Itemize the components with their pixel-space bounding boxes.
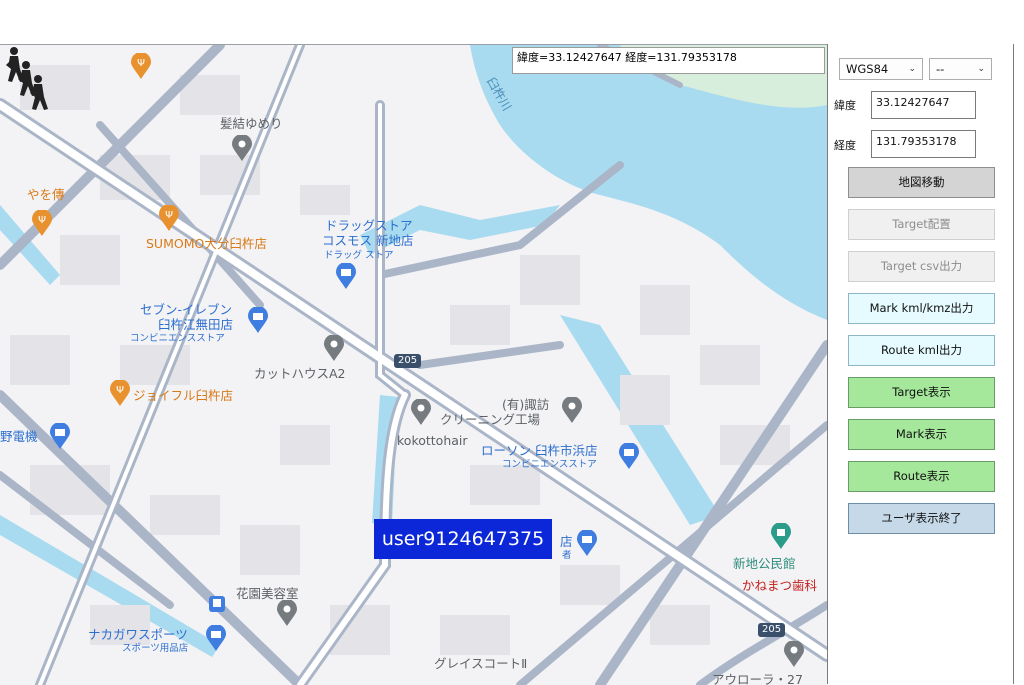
place-pin-icon[interactable] bbox=[232, 135, 252, 161]
place-pin-icon[interactable] bbox=[277, 600, 297, 626]
poi-label: ジョイフル臼杵店 bbox=[133, 388, 234, 403]
restaurant-pin-icon[interactable]: Ψ bbox=[131, 53, 151, 79]
user-id-label[interactable]: user9124647375 bbox=[374, 519, 552, 559]
latitude-input[interactable]: 33.12427647 bbox=[871, 91, 976, 119]
svg-text:Ψ: Ψ bbox=[116, 385, 124, 396]
target-csv-button[interactable]: Target csv出力 bbox=[848, 251, 995, 282]
poi-label: (有)諏訪 bbox=[502, 397, 550, 412]
poi-label: やを傳 bbox=[27, 187, 65, 202]
poi-label: アウローラ・27 bbox=[712, 672, 803, 685]
restaurant-pin-icon[interactable]: Ψ bbox=[110, 380, 130, 406]
poi-label: クリーニング工場 bbox=[440, 412, 541, 427]
poi-label: セブン-イレブン bbox=[140, 302, 233, 317]
shop-pin-icon[interactable] bbox=[248, 307, 268, 333]
shop-pin-icon[interactable] bbox=[619, 443, 639, 469]
poi-label: SUMOMO大分臼杵店 bbox=[146, 236, 267, 251]
route-205-shield: 205 bbox=[758, 623, 786, 637]
poi-label: グレイスコートⅡ bbox=[434, 656, 528, 671]
poi-label: コスモス 新地店 bbox=[322, 233, 414, 248]
svg-text:Ψ: Ψ bbox=[38, 215, 46, 226]
longitude-label: 経度 bbox=[834, 139, 856, 152]
poi-sublabel: 者 bbox=[562, 550, 572, 561]
route-kml-export-button[interactable]: Route kml出力 bbox=[848, 335, 995, 366]
user-display-end-button[interactable]: ユーザ表示終了 bbox=[848, 503, 995, 534]
shop-pin-icon[interactable] bbox=[577, 530, 597, 556]
control-panel: WGS84 ⌄ -- ⌄ 緯度 33.12427647 経度 131.79353… bbox=[827, 44, 1014, 684]
poi-label: かねまつ歯科 bbox=[742, 578, 818, 593]
place-pin-icon[interactable] bbox=[784, 641, 804, 667]
bus-stop-icon[interactable] bbox=[209, 596, 225, 612]
longitude-input[interactable]: 131.79353178 bbox=[871, 130, 976, 158]
svg-text:Ψ: Ψ bbox=[137, 58, 145, 69]
place-pin-icon[interactable] bbox=[562, 397, 582, 423]
place-pin-icon[interactable] bbox=[411, 399, 431, 425]
poi-label: 髪結ゆめり bbox=[220, 116, 283, 131]
chevron-down-icon: ⌄ bbox=[908, 64, 916, 74]
poi-label: 臼杵江無田店 bbox=[158, 317, 234, 332]
latitude-label: 緯度 bbox=[834, 99, 856, 112]
map-move-button[interactable]: 地図移動 bbox=[848, 167, 995, 198]
poi-sublabel: スポーツ用品店 bbox=[122, 643, 189, 654]
poi-sublabel: ドラッグ ストア bbox=[324, 250, 394, 261]
window-title-area bbox=[0, 0, 1024, 44]
poi-label: ドラッグストア bbox=[325, 218, 413, 233]
poi-label: kokottohair bbox=[397, 433, 468, 448]
coordinate-readout: 緯度=33.12427647 経度=131.79353178 bbox=[512, 47, 825, 74]
poi-label: 新地公民館 bbox=[733, 556, 796, 571]
shop-pin-icon[interactable] bbox=[50, 423, 70, 449]
community-hall-pin-icon[interactable] bbox=[771, 523, 791, 549]
shop-pin-icon[interactable] bbox=[336, 263, 356, 289]
restaurant-pin-icon[interactable]: Ψ bbox=[159, 205, 179, 231]
route-show-button[interactable]: Route表示 bbox=[848, 461, 995, 492]
poi-sublabel: コンビニエンスストア bbox=[130, 333, 225, 344]
shop-pin-icon[interactable] bbox=[206, 625, 226, 651]
poi-label: カットハウスA2 bbox=[254, 366, 346, 381]
restaurant-pin-icon[interactable]: Ψ bbox=[32, 210, 52, 236]
route-205-shield: 205 bbox=[394, 354, 422, 368]
poi-label: ナカガワスポーツ bbox=[88, 627, 188, 642]
mark-show-button[interactable]: Mark表示 bbox=[848, 419, 995, 450]
target-place-button[interactable]: Target配置 bbox=[848, 209, 995, 240]
chevron-down-icon: ⌄ bbox=[977, 64, 985, 74]
poi-label: ローソン 臼杵市浜店 bbox=[481, 443, 598, 458]
datum-select-value: WGS84 bbox=[846, 62, 889, 76]
user-walker-icon[interactable] bbox=[0, 45, 52, 115]
poi-label: 店 bbox=[560, 534, 573, 549]
mark-kml-export-button[interactable]: Mark kml/kmz出力 bbox=[848, 293, 995, 324]
poi-sublabel: コンビニエンスストア bbox=[502, 459, 597, 470]
datum-select[interactable]: WGS84 ⌄ bbox=[839, 58, 923, 80]
map-view[interactable]: Ψ Ψ Ψ Ψ 205 205 髪結ゆめり やを傳 SUMOMO大分臼杵店 ドラ… bbox=[0, 44, 827, 685]
poi-label: 野電機 bbox=[0, 429, 38, 444]
place-pin-icon[interactable] bbox=[324, 335, 344, 361]
svg-text:Ψ: Ψ bbox=[165, 210, 173, 221]
poi-label: 花園美容室 bbox=[236, 586, 299, 601]
format-select[interactable]: -- ⌄ bbox=[929, 58, 992, 80]
target-show-button[interactable]: Target表示 bbox=[848, 377, 995, 408]
format-select-value: -- bbox=[936, 62, 945, 76]
